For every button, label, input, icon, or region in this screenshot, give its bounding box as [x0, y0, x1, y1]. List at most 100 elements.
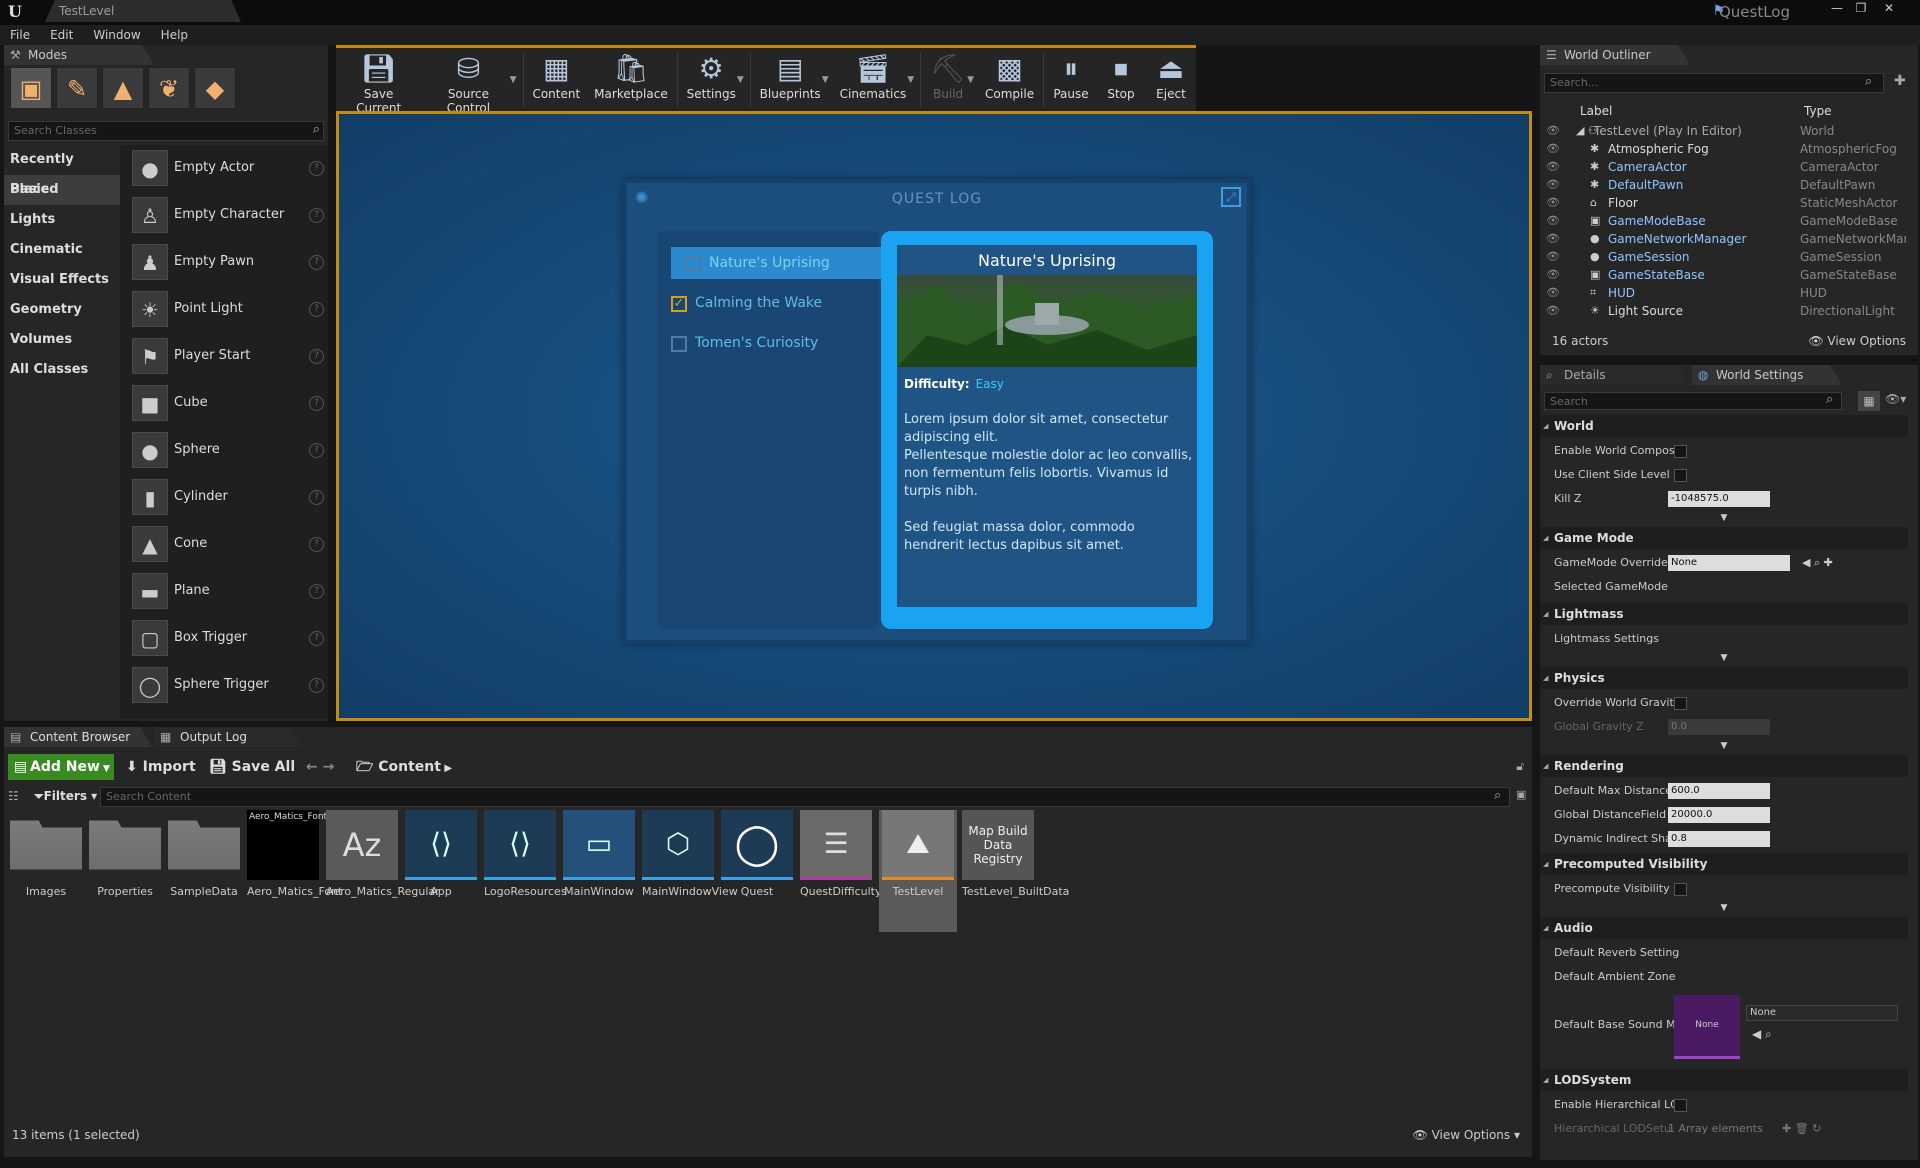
- filters-button[interactable]: ⏷Filters ▾: [34, 789, 97, 804]
- outliner-row[interactable]: 👁︎ ● GameNetworkManager GameNetworkMar: [1546, 230, 1906, 248]
- chevron-down-icon[interactable]: ▼: [967, 75, 974, 85]
- game-viewport[interactable]: ✺ QUEST LOG ⤢ Nature's Uprising ✓ Calming…: [336, 111, 1532, 721]
- prop-row[interactable]: Selected GameMode: [1540, 575, 1908, 599]
- eye-icon[interactable]: 👁︎▾: [1885, 392, 1906, 406]
- prop-checkbox[interactable]: [1674, 469, 1687, 482]
- type-column-header[interactable]: Type: [1804, 101, 1832, 121]
- prop-row[interactable]: Lightmass Settings: [1540, 627, 1908, 651]
- paint-mode-icon[interactable]: ✎: [56, 67, 98, 109]
- category-lights[interactable]: Lights: [4, 205, 120, 235]
- compile-button[interactable]: ▩ Compile: [978, 48, 1041, 111]
- help-icon[interactable]: ?: [309, 490, 324, 505]
- prop-checkbox[interactable]: [1674, 1099, 1687, 1112]
- place-item[interactable]: ♟ Empty Pawn?: [126, 239, 330, 286]
- place-item[interactable]: ▬ Plane?: [126, 568, 330, 615]
- history-back-button[interactable]: ← →: [306, 754, 334, 780]
- category-basic[interactable]: Basic: [4, 175, 120, 205]
- max-distance-input[interactable]: 600.0: [1668, 783, 1770, 799]
- chevron-down-icon[interactable]: ▼: [737, 75, 744, 85]
- asset-tile[interactable]: Properties: [89, 810, 161, 932]
- menu-window[interactable]: Window: [93, 28, 140, 42]
- help-icon[interactable]: ?: [309, 302, 324, 317]
- landscape-mode-icon[interactable]: ▲: [102, 67, 144, 109]
- asset-tile[interactable]: ☰ QuestDifficulty: [800, 810, 882, 932]
- marketplace-button[interactable]: 🛍︎ Marketplace: [587, 48, 675, 111]
- maximize-button[interactable]: ❐: [1850, 0, 1872, 18]
- asset-tile[interactable]: Map Build Data Registry TestLevel_BuiltDa…: [962, 810, 1069, 932]
- section-rendering[interactable]: Rendering: [1540, 755, 1908, 777]
- prop-checkbox[interactable]: [1674, 883, 1687, 896]
- outliner-row[interactable]: 👁︎ ▣ GameStateBase GameStateBase: [1546, 266, 1906, 284]
- label-column-header[interactable]: Label: [1580, 101, 1612, 121]
- eye-icon[interactable]: 👁︎: [1546, 248, 1560, 266]
- modes-tab[interactable]: ⚒ Modes: [4, 45, 154, 65]
- category-all-classes[interactable]: All Classes: [4, 355, 120, 385]
- category-recently-placed[interactable]: Recently Placed: [4, 145, 120, 197]
- eye-icon[interactable]: 👁︎: [1546, 230, 1560, 248]
- place-item[interactable]: ♙ Empty Character?: [126, 192, 330, 239]
- foliage-mode-icon[interactable]: ❦: [148, 67, 190, 109]
- place-item[interactable]: ◯ Sphere Trigger?: [126, 662, 330, 709]
- asset-tile[interactable]: Images: [10, 810, 82, 932]
- category-volumes[interactable]: Volumes: [4, 325, 120, 355]
- array-add-icon[interactable]: ✚ 🗑︎ ↻: [1782, 1117, 1821, 1141]
- geometry-edit-mode-icon[interactable]: ◆: [194, 67, 236, 109]
- details-tab[interactable]: ⌕ Details: [1540, 365, 1690, 385]
- help-icon[interactable]: ?: [309, 255, 324, 270]
- search-classes-input[interactable]: Search Classes: [8, 121, 324, 141]
- place-mode-icon[interactable]: ▣: [10, 67, 52, 109]
- details-search-input[interactable]: Search: [1544, 392, 1842, 410]
- outliner-row[interactable]: 👁︎ ⌗ HUD HUD: [1546, 284, 1906, 302]
- sound-mix-thumbnail[interactable]: None: [1674, 995, 1740, 1059]
- save-all-button[interactable]: 💾︎ Save All: [209, 754, 295, 780]
- import-button[interactable]: ⬇ Import: [126, 754, 196, 780]
- category-geometry[interactable]: Geometry: [4, 295, 120, 325]
- grid-view-icon[interactable]: ▦: [1858, 391, 1880, 411]
- asset-tile[interactable]: ⟨⟩ LogoResources: [484, 810, 567, 932]
- asset-tile[interactable]: ⬡ MainWindowView: [642, 810, 738, 932]
- help-icon[interactable]: ?: [309, 678, 324, 693]
- quest-item[interactable]: Tomen's Curiosity: [657, 327, 867, 359]
- help-icon[interactable]: ?: [309, 396, 324, 411]
- eye-icon[interactable]: 👁︎: [1546, 284, 1560, 302]
- eye-icon[interactable]: 👁︎: [1546, 158, 1560, 176]
- dynamic-indirect-input[interactable]: 0.8: [1668, 831, 1770, 847]
- eye-icon[interactable]: 👁︎: [1546, 194, 1560, 212]
- blueprints-button[interactable]: ▤ Blueprints: [753, 48, 828, 111]
- level-tab[interactable]: TestLevel: [45, 0, 241, 22]
- asset-tile-selected[interactable]: ⛰ TestLevel: [879, 810, 957, 932]
- arrow-left-icon[interactable]: ◀ ⌕ ✚: [1802, 551, 1833, 575]
- stop-button[interactable]: ⏹ Stop: [1096, 48, 1146, 111]
- asset-tile[interactable]: Az Aero_Matics_Regular: [326, 810, 440, 932]
- place-item[interactable]: ☀ Point Light?: [126, 286, 330, 333]
- expand-more-icon[interactable]: ▼: [1540, 653, 1908, 663]
- prop-row[interactable]: Default Reverb Setting: [1540, 941, 1908, 965]
- content-button[interactable]: ▦ Content: [525, 48, 587, 111]
- expand-more-icon[interactable]: ▼: [1540, 513, 1908, 523]
- menu-help[interactable]: Help: [161, 28, 188, 42]
- distancefield-input[interactable]: 20000.0: [1668, 807, 1770, 823]
- pause-button[interactable]: ⏸ Pause: [1046, 48, 1096, 111]
- place-item[interactable]: ● Sphere?: [126, 427, 330, 474]
- quest-checkbox[interactable]: [671, 336, 687, 352]
- place-item[interactable]: ▲ Cone?: [126, 521, 330, 568]
- world-settings-tab[interactable]: ◍ World Settings: [1692, 365, 1842, 385]
- use-selected-icon[interactable]: ◀ ⌕: [1752, 1027, 1772, 1042]
- save-search-icon[interactable]: ▣: [1516, 788, 1526, 801]
- outliner-row[interactable]: 👁︎ ◢ ⚇ TestLevel (Play In Editor) World: [1546, 122, 1906, 140]
- menu-file[interactable]: File: [10, 28, 30, 42]
- eye-icon[interactable]: 👁︎: [1546, 176, 1560, 194]
- eye-icon[interactable]: 👁︎: [1546, 140, 1560, 158]
- asset-tile[interactable]: ▭ MainWindow: [563, 810, 635, 932]
- expand-more-icon[interactable]: ▼: [1540, 741, 1908, 751]
- eject-button[interactable]: ⏏ Eject: [1146, 48, 1196, 111]
- edit-icon[interactable]: ⤢: [1221, 187, 1241, 207]
- section-game-mode[interactable]: Game Mode: [1540, 527, 1908, 549]
- save-current-button[interactable]: 💾︎ Save Current: [336, 48, 421, 115]
- menu-edit[interactable]: Edit: [50, 28, 73, 42]
- content-search-input[interactable]: Search Content: [100, 787, 1510, 807]
- build-button[interactable]: ⛏ Build: [923, 48, 973, 111]
- chevron-down-icon[interactable]: ▼: [822, 75, 829, 85]
- help-icon[interactable]: ?: [309, 537, 324, 552]
- section-audio[interactable]: Audio: [1540, 917, 1908, 939]
